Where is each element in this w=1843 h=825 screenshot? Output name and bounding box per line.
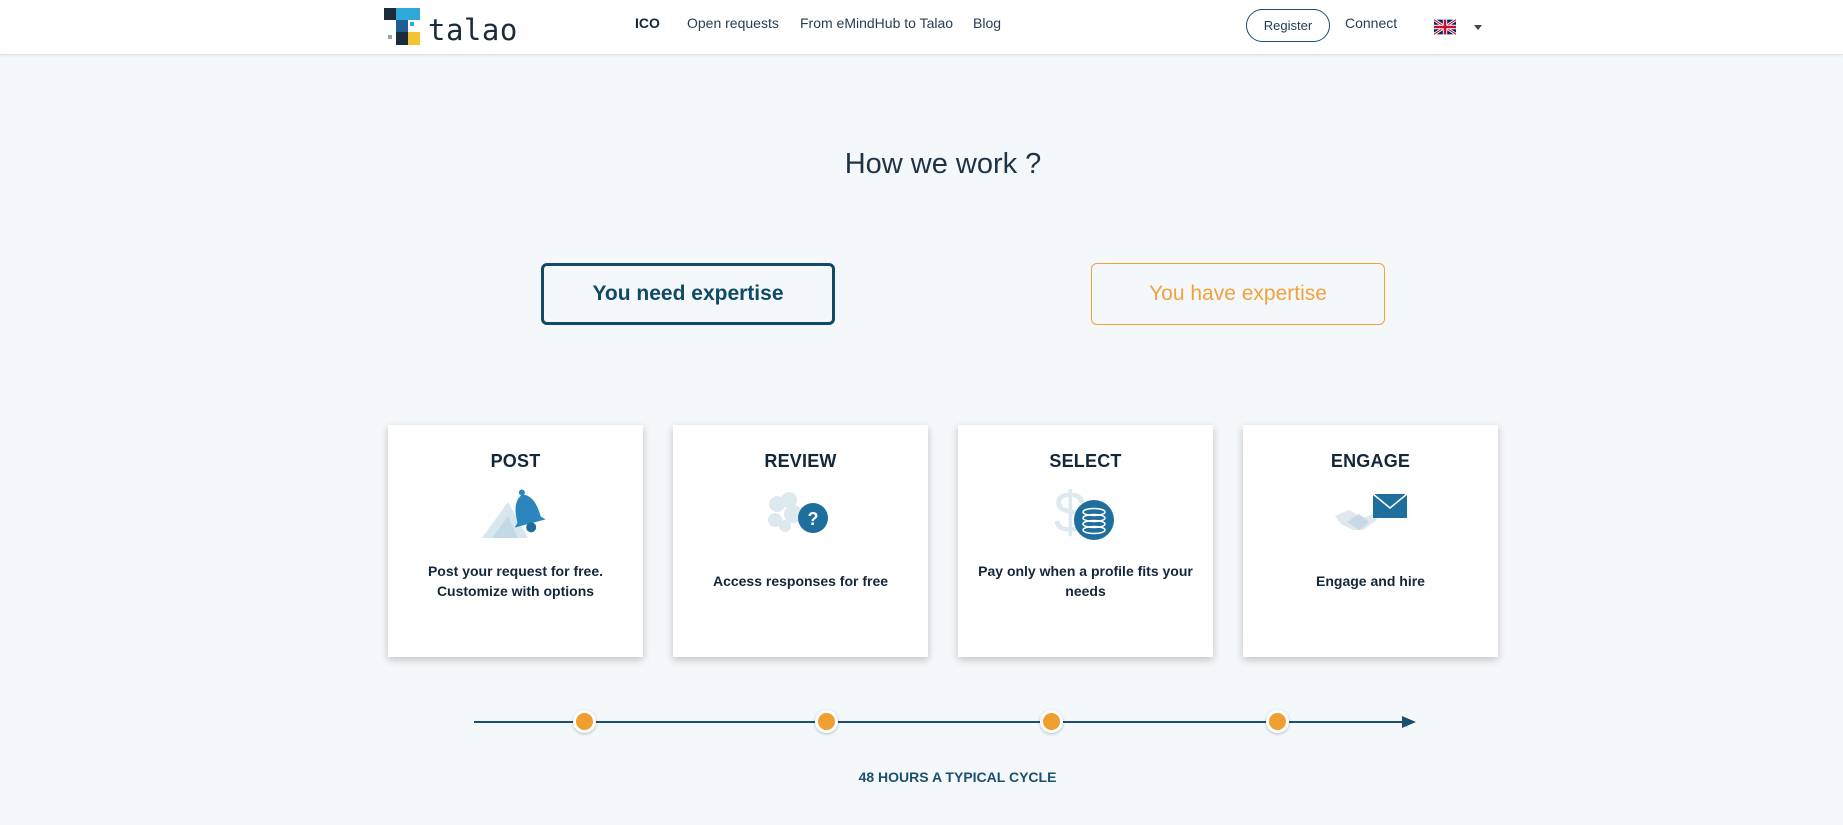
step-title: SELECT [1049,451,1122,471]
nav-item-open-requests[interactable]: Open requests [687,15,779,31]
connect-link[interactable]: Connect [1345,15,1397,31]
step-card-review: REVIEW ? Access responses for free [673,425,928,657]
timeline-dot [815,710,838,733]
page-title: How we work ? [844,148,1042,180]
step-description: Engage and hire [1316,573,1425,589]
nav-item-ico[interactable]: ICO [635,15,660,31]
nav-item-emindhub-to-talao[interactable]: From eMindHub to Talao [800,15,953,31]
svg-text:?: ? [808,509,819,529]
you-have-expertise-button[interactable]: You have expertise [1091,263,1385,325]
coins-icon: $ [1054,480,1114,540]
step-card-engage: ENGAGE Engage and hire [1243,425,1498,657]
step-description: Pay only when a profile fits your needs [978,563,1193,599]
arrow-right-icon [1402,716,1416,728]
you-need-expertise-button[interactable]: You need expertise [541,263,835,325]
talao-logo-mark [384,8,420,45]
process-timeline [474,706,1422,736]
step-description: Post your request for free. Customize wi… [427,563,604,599]
timeline-dot [1266,710,1289,733]
step-card-post: POST Post your request for free. Customi… [388,425,643,657]
chevron-down-icon[interactable] [1474,25,1482,30]
step-title: REVIEW [764,451,837,471]
register-button[interactable]: Register [1246,9,1330,42]
handshake-mail-icon [1335,493,1408,530]
step-description: Access responses for free [712,573,889,589]
timeline-dot [573,710,596,733]
question-icon: ? [768,492,828,533]
cycle-label: 48 HOURS A TYPICAL CYCLE [858,769,1057,785]
logo-text: talao [428,13,518,47]
step-title: POST [490,451,541,471]
uk-flag-icon[interactable] [1434,19,1456,35]
talao-logo[interactable]: talao [384,8,518,45]
top-header: talao ICO Open requests From eMindHub to… [0,0,1843,55]
step-title: ENGAGE [1330,451,1411,471]
nav-item-blog[interactable]: Blog [973,15,1001,31]
step-card-select: SELECT $ Pay only when a profile fits yo… [958,425,1213,657]
bell-icon [482,489,546,538]
timeline-dot [1040,710,1063,733]
